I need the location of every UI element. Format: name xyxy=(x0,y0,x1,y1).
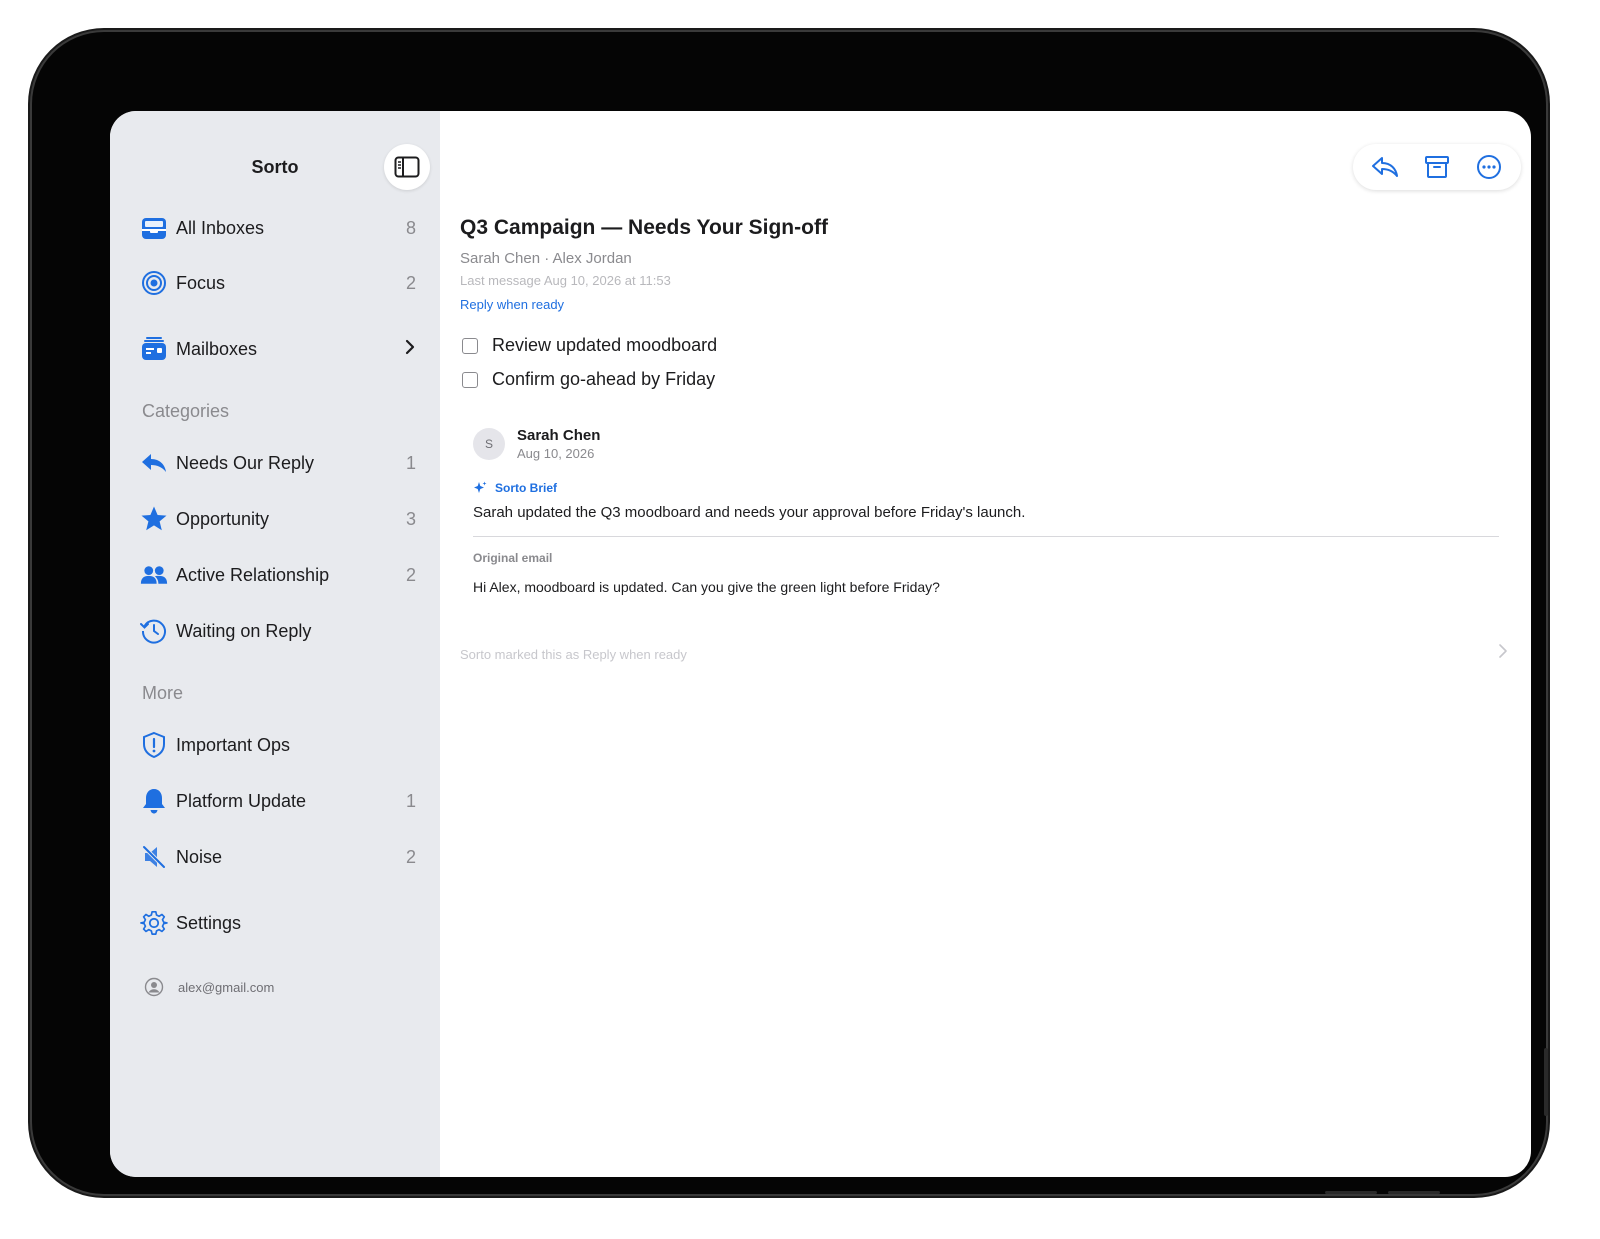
account-row[interactable]: alex@gmail.com xyxy=(144,977,274,997)
brief-label: Sorto Brief xyxy=(495,481,558,495)
sender-name: Sarah Chen xyxy=(517,427,601,444)
brief-header: Sorto Brief xyxy=(473,481,557,495)
tray-icon xyxy=(142,218,166,239)
message-date: Aug 10, 2026 xyxy=(517,446,595,461)
sidebar-item-needs-our-reply[interactable]: Needs Our Reply 1 xyxy=(140,443,416,483)
unread-count: 2 xyxy=(405,564,416,585)
sidebar-item-all-inboxes[interactable]: All Inboxes 8 xyxy=(140,208,416,248)
sidebar-item-mailboxes[interactable]: Mailboxes xyxy=(140,329,416,369)
classification-note[interactable]: Sorto marked this as Reply when ready xyxy=(460,647,687,662)
muted-speaker-icon xyxy=(142,845,166,869)
more-heading: More xyxy=(142,683,184,703)
app-screen: Sorto All Inboxes 8 Focus 2 Mailboxes Ca… xyxy=(110,111,1531,1177)
sidebar-item-label: Settings xyxy=(176,912,242,933)
tablet-frame: Sorto All Inboxes 8 Focus 2 Mailboxes Ca… xyxy=(32,32,1546,1194)
sidebar-item-label: Platform Update xyxy=(176,790,307,811)
original-email-label: Original email xyxy=(473,551,553,565)
sidebar-item-opportunity[interactable]: Opportunity 3 xyxy=(140,499,416,539)
unread-count: 3 xyxy=(405,508,416,529)
reply-arrow-icon xyxy=(1372,157,1398,177)
bell-icon xyxy=(143,789,165,814)
thread-participants: Sarah Chen · Alex Jordan xyxy=(460,250,632,267)
todo-checkbox[interactable] xyxy=(462,371,478,388)
chevron-right-icon[interactable] xyxy=(1498,644,1508,663)
sidebar-item-label: Active Relationship xyxy=(176,564,330,585)
sidebar-toggle-button[interactable] xyxy=(384,144,430,190)
account-email: alex@gmail.com xyxy=(178,979,275,995)
person-circle-icon xyxy=(144,977,164,997)
brief-summary: Sarah updated the Q3 moodboard and needs… xyxy=(473,504,1026,521)
sidebar-item-settings[interactable]: Settings xyxy=(140,903,416,943)
avatar: S xyxy=(473,428,505,460)
sidebar-icon xyxy=(394,156,420,178)
divider xyxy=(473,536,1499,537)
unread-count: 1 xyxy=(405,452,416,473)
more-options-button[interactable] xyxy=(1469,147,1509,187)
side-button xyxy=(1544,1048,1548,1116)
unread-count: 2 xyxy=(405,846,416,867)
volume-button xyxy=(1388,1191,1440,1194)
todo-item[interactable]: Confirm go-ahead by Friday xyxy=(462,369,715,390)
unread-count: 8 xyxy=(405,217,416,238)
volume-button xyxy=(1325,1191,1377,1194)
last-message-time: Last message Aug 10, 2026 at 11:53 xyxy=(460,273,671,288)
categories-heading: Categories xyxy=(142,401,230,421)
sidebar-item-label: Focus xyxy=(176,272,226,293)
sidebar-item-label: Needs Our Reply xyxy=(176,452,315,473)
star-icon xyxy=(141,506,167,531)
chevron-right-icon xyxy=(396,339,416,360)
reply-button[interactable] xyxy=(1365,147,1405,187)
sidebar-item-label: Opportunity xyxy=(176,508,270,529)
sidebar-item-focus[interactable]: Focus 2 xyxy=(140,263,416,303)
unread-count: 2 xyxy=(405,272,416,293)
todo-label: Review updated moodboard xyxy=(492,335,718,355)
people-icon xyxy=(140,566,168,584)
mailbox-icon xyxy=(142,337,166,360)
sidebar-item-label: Noise xyxy=(176,846,223,867)
gear-icon xyxy=(140,910,168,935)
thread-view: Q3 Campaign — Needs Your Sign-off Sarah … xyxy=(440,111,1531,1177)
sidebar-item-important-ops[interactable]: Important Ops xyxy=(140,725,416,765)
todo-item[interactable]: Review updated moodboard xyxy=(462,335,717,356)
shield-alert-icon xyxy=(143,731,165,759)
sidebar-item-label: Waiting on Reply xyxy=(176,620,312,641)
sparkle-icon xyxy=(474,481,487,493)
sidebar-item-label: Important Ops xyxy=(176,734,291,755)
sidebar-item-waiting-on-reply[interactable]: Waiting on Reply xyxy=(140,611,416,651)
sidebar: Sorto All Inboxes 8 Focus 2 Mailboxes Ca… xyxy=(110,111,440,1177)
unread-count: 1 xyxy=(405,790,416,811)
sidebar-item-label: Mailboxes xyxy=(176,338,258,359)
thread-toolbar xyxy=(1353,144,1521,190)
sidebar-item-noise[interactable]: Noise 2 xyxy=(140,837,416,877)
sidebar-item-platform-update[interactable]: Platform Update 1 xyxy=(140,781,416,821)
archive-box-icon xyxy=(1425,156,1449,178)
clock-history-icon xyxy=(140,619,166,644)
todo-label: Confirm go-ahead by Friday xyxy=(492,369,716,389)
todo-checkbox[interactable] xyxy=(462,337,478,354)
ellipsis-circle-icon xyxy=(1477,155,1501,179)
sidebar-item-label: All Inboxes xyxy=(176,217,265,238)
archive-button[interactable] xyxy=(1417,147,1457,187)
thread-subject: Q3 Campaign — Needs Your Sign-off xyxy=(460,216,828,239)
original-email-body: Hi Alex, moodboard is updated. Can you g… xyxy=(473,579,940,595)
status-tag[interactable]: Reply when ready xyxy=(460,297,564,312)
sidebar-item-active-relationship[interactable]: Active Relationship 2 xyxy=(140,555,416,595)
target-icon xyxy=(142,271,166,295)
message-header: S Sarah Chen Aug 10, 2026 xyxy=(473,427,600,461)
reply-icon xyxy=(142,454,166,472)
